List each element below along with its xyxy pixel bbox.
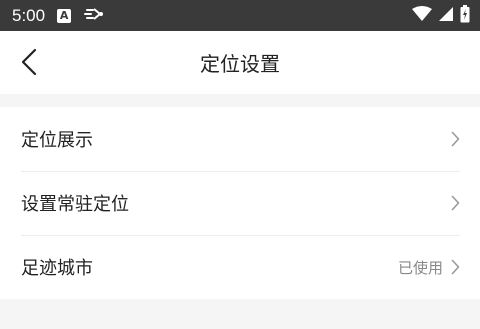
settings-item-label: 设置常驻定位 [21,194,129,215]
wifi-icon [412,5,432,26]
notification-a-icon: A [57,8,72,23]
status-time: 5:00 [12,5,46,25]
chevron-right-icon [451,131,460,147]
settings-item-resident-location[interactable]: 设置常驻定位 [0,171,480,235]
chevron-right-icon [451,259,460,275]
settings-item-location-display[interactable]: 定位展示 [0,107,480,171]
settings-item-footprint-cities[interactable]: 足迹城市 已使用 [0,235,480,299]
settings-list: 定位展示 设置常驻定位 足迹城市 已使用 [0,107,480,299]
chevron-left-icon [21,48,37,76]
chevron-right-icon [451,195,460,211]
battery-icon [460,4,470,27]
section-gap [0,94,480,107]
settings-item-label: 定位展示 [21,130,93,151]
cast-icon [83,6,105,26]
signal-icon [438,6,454,26]
page-background [0,299,480,329]
settings-item-label: 足迹城市 [21,258,93,279]
status-bar: 5:00 A [0,0,480,31]
page-title: 定位设置 [200,52,280,76]
app-header: 定位设置 [0,31,480,94]
settings-item-status: 已使用 [397,258,443,277]
back-button[interactable] [14,47,44,77]
